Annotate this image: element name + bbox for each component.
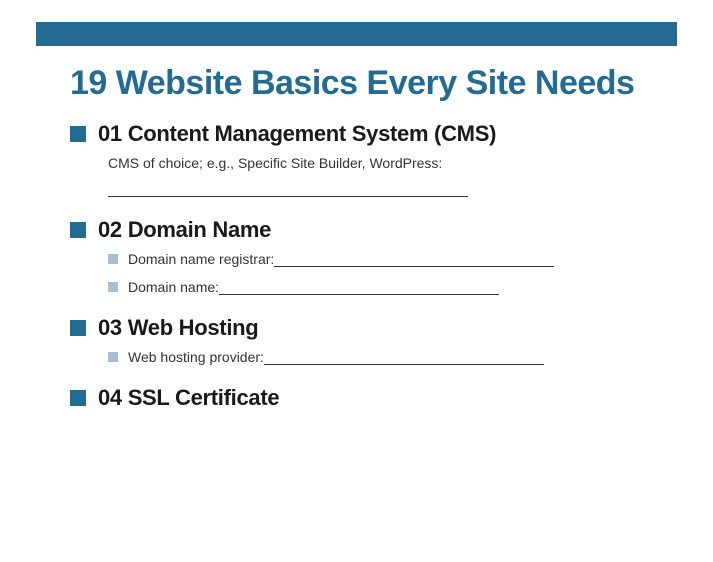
sub-item-label: Web hosting provider: bbox=[128, 349, 264, 365]
section-number: 01 bbox=[98, 121, 122, 146]
blank-input-line[interactable] bbox=[108, 183, 468, 197]
section-02: 02 Domain Name Domain name registrar: Do… bbox=[70, 217, 643, 295]
section-title: 02 Domain Name bbox=[98, 217, 271, 243]
blank-input-line[interactable] bbox=[264, 351, 544, 365]
blank-input-line[interactable] bbox=[219, 281, 499, 295]
section-01: 01 Content Management System (CMS) CMS o… bbox=[70, 121, 643, 197]
sub-item: Domain name registrar: bbox=[108, 251, 643, 267]
section-body: Web hosting provider: bbox=[70, 349, 643, 365]
section-04: 04 SSL Certificate bbox=[70, 385, 643, 411]
section-header: 04 SSL Certificate bbox=[70, 385, 643, 411]
section-number: 04 bbox=[98, 385, 122, 410]
blank-input-line[interactable] bbox=[274, 253, 554, 267]
section-title: 03 Web Hosting bbox=[98, 315, 258, 341]
section-body: CMS of choice; e.g., Specific Site Build… bbox=[70, 155, 643, 197]
bullet-square-icon bbox=[70, 126, 86, 142]
sub-bullet-icon bbox=[108, 282, 118, 292]
section-body: Domain name registrar: Domain name: bbox=[70, 251, 643, 295]
sub-item: Web hosting provider: bbox=[108, 349, 643, 365]
section-title: 01 Content Management System (CMS) bbox=[98, 121, 496, 147]
section-name: Domain Name bbox=[128, 217, 271, 242]
section-header: 01 Content Management System (CMS) bbox=[70, 121, 643, 147]
section-name: Web Hosting bbox=[128, 315, 259, 340]
document-content: 19 Website Basics Every Site Needs 01 Co… bbox=[0, 64, 713, 411]
section-number: 03 bbox=[98, 315, 122, 340]
sub-item: Domain name: bbox=[108, 279, 643, 295]
top-accent-bar bbox=[36, 22, 677, 46]
bullet-square-icon bbox=[70, 390, 86, 406]
section-header: 02 Domain Name bbox=[70, 217, 643, 243]
section-03: 03 Web Hosting Web hosting provider: bbox=[70, 315, 643, 365]
section-description: CMS of choice; e.g., Specific Site Build… bbox=[108, 155, 643, 171]
section-name: Content Management System (CMS) bbox=[128, 121, 496, 146]
section-header: 03 Web Hosting bbox=[70, 315, 643, 341]
sub-item-label: Domain name: bbox=[128, 279, 219, 295]
section-number: 02 bbox=[98, 217, 122, 242]
sub-item-label: Domain name registrar: bbox=[128, 251, 274, 267]
section-title: 04 SSL Certificate bbox=[98, 385, 279, 411]
bullet-square-icon bbox=[70, 320, 86, 336]
bullet-square-icon bbox=[70, 222, 86, 238]
section-name: SSL Certificate bbox=[128, 385, 280, 410]
sub-bullet-icon bbox=[108, 352, 118, 362]
page-title: 19 Website Basics Every Site Needs bbox=[70, 64, 643, 103]
sub-bullet-icon bbox=[108, 254, 118, 264]
